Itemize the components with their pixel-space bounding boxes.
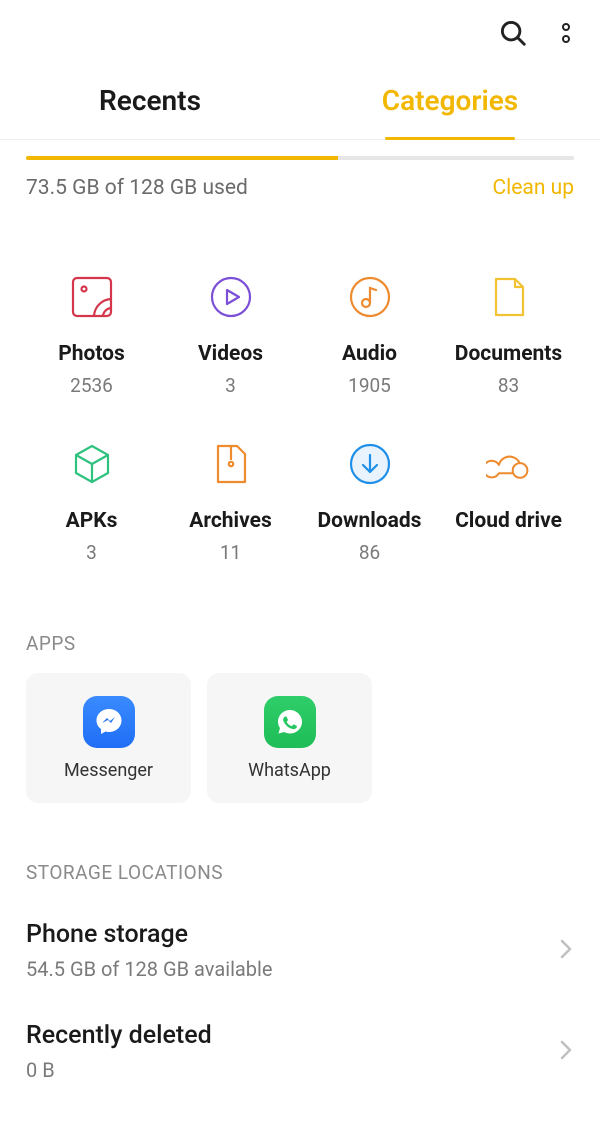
videos-icon — [208, 274, 254, 320]
category-count: 86 — [359, 541, 380, 564]
chevron-right-icon — [558, 1038, 574, 1066]
category-apks[interactable]: APKs 3 — [22, 441, 161, 564]
category-videos[interactable]: Videos 3 — [161, 274, 300, 397]
category-count: 3 — [225, 374, 236, 397]
category-label: Photos — [58, 342, 125, 366]
category-count: 2536 — [70, 374, 113, 397]
category-count: 11 — [220, 541, 241, 564]
cloud-icon — [486, 441, 532, 487]
category-label: Videos — [198, 342, 263, 366]
location-title: Recently deleted — [26, 1021, 212, 1050]
photos-icon — [69, 274, 115, 320]
location-recently-deleted[interactable]: Recently deleted 0 B — [26, 1003, 574, 1104]
category-downloads[interactable]: Downloads 86 — [300, 441, 439, 564]
chevron-right-icon — [558, 937, 574, 965]
location-title: Phone storage — [26, 920, 273, 949]
location-subtitle: 0 B — [26, 1058, 212, 1082]
whatsapp-icon — [264, 696, 316, 748]
category-archives[interactable]: Archives 11 — [161, 441, 300, 564]
category-count: 83 — [498, 374, 519, 397]
app-card-messenger[interactable]: Messenger — [26, 673, 191, 803]
category-documents[interactable]: Documents 83 — [439, 274, 578, 397]
category-cloud-drive[interactable]: Cloud drive — [439, 441, 578, 564]
location-phone-storage[interactable]: Phone storage 54.5 GB of 128 GB availabl… — [26, 902, 574, 1003]
cleanup-button[interactable]: Clean up — [492, 176, 574, 200]
downloads-icon — [347, 441, 393, 487]
category-label: Downloads — [318, 509, 422, 533]
category-photos[interactable]: Photos 2536 — [22, 274, 161, 397]
category-label: Documents — [455, 342, 562, 366]
category-count: 3 — [86, 541, 97, 564]
messenger-icon — [83, 696, 135, 748]
storage-locations-header: STORAGE LOCATIONS — [0, 803, 600, 884]
tab-recents[interactable]: Recents — [0, 66, 300, 139]
app-name: WhatsApp — [248, 760, 331, 781]
location-subtitle: 54.5 GB of 128 GB available — [26, 957, 273, 981]
category-label: Archives — [189, 509, 272, 533]
app-name: Messenger — [64, 760, 153, 781]
search-icon[interactable] — [498, 18, 528, 48]
category-audio[interactable]: Audio 1905 — [300, 274, 439, 397]
more-icon[interactable] — [556, 18, 576, 48]
category-count: 1905 — [348, 374, 391, 397]
apks-icon — [69, 441, 115, 487]
category-label: APKs — [66, 509, 118, 533]
storage-used-text: 73.5 GB of 128 GB used — [26, 176, 248, 200]
archives-icon — [208, 441, 254, 487]
category-label: Audio — [342, 342, 397, 366]
apps-header: APPS — [0, 564, 600, 655]
category-label: Cloud drive — [455, 509, 562, 533]
storage-bar — [0, 140, 600, 160]
audio-icon — [347, 274, 393, 320]
app-card-whatsapp[interactable]: WhatsApp — [207, 673, 372, 803]
documents-icon — [486, 274, 532, 320]
tab-categories[interactable]: Categories — [300, 66, 600, 139]
